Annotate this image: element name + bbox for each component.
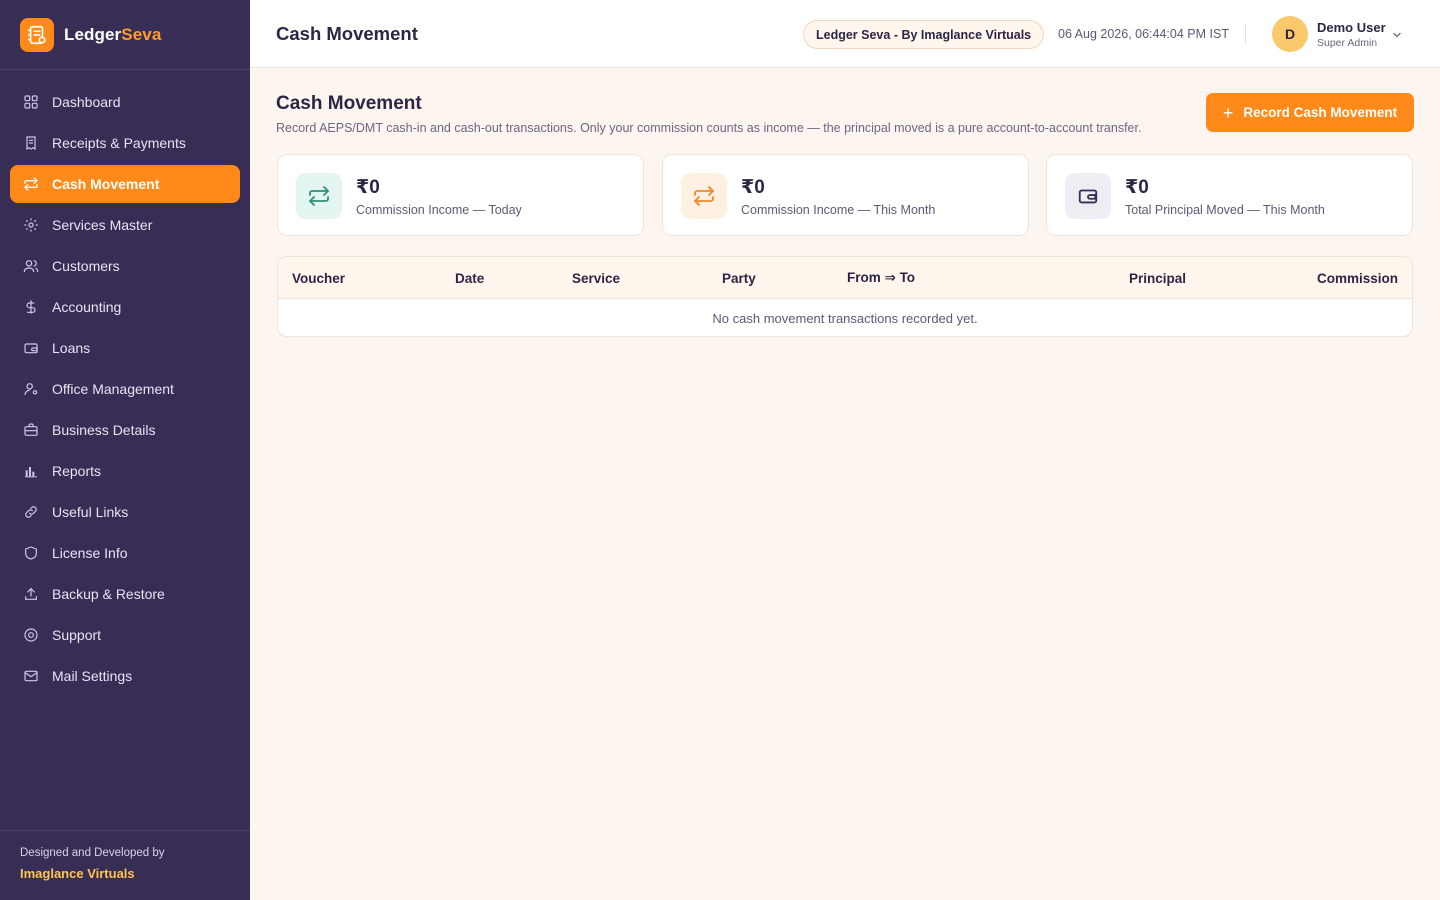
footer-caption: Designed and Developed by xyxy=(20,847,165,859)
top-header: Cash Movement Ledger Seva - By Imaglance… xyxy=(250,0,1440,68)
table-header: Voucher Date Service Party From ⇒ To Pri… xyxy=(278,257,1412,299)
brand-name-accent: Seva xyxy=(121,24,162,44)
briefcase-icon xyxy=(23,422,39,438)
stat-label: Commission Income — Today xyxy=(356,203,522,217)
page-title: Cash Movement xyxy=(276,93,422,114)
stat-label: Total Principal Moved — This Month xyxy=(1125,203,1325,217)
column-header-from-to[interactable]: From ⇒ To xyxy=(847,270,915,286)
brand[interactable]: LedgerSeva xyxy=(0,0,250,70)
users-icon xyxy=(23,258,39,274)
sidebar-nav: Dashboard Receipts & Payments Cash Movem… xyxy=(0,70,250,695)
sidebar-item-label: Backup & Restore xyxy=(52,586,165,602)
stat-value: ₹0 xyxy=(1125,177,1149,198)
wallet-icon xyxy=(1065,173,1111,219)
header-title: Cash Movement xyxy=(276,23,418,44)
sidebar-item-label: Reports xyxy=(52,463,102,479)
sidebar-item-label: Dashboard xyxy=(52,94,121,110)
sidebar-item-label: Cash Movement xyxy=(52,176,160,192)
plus-icon: + xyxy=(1222,102,1234,123)
upload-icon xyxy=(23,586,39,602)
gear-icon xyxy=(23,217,39,233)
stat-card-commission-month: ₹0 Commission Income — This Month xyxy=(662,154,1029,236)
sidebar-item-license-info[interactable]: License Info xyxy=(10,534,240,572)
sidebar-item-support[interactable]: Support xyxy=(10,616,240,654)
sidebar-item-label: Business Details xyxy=(52,422,156,438)
empty-state-message: No cash movement transactions recorded y… xyxy=(712,310,978,326)
transactions-table: Voucher Date Service Party From ⇒ To Pri… xyxy=(277,256,1413,337)
sidebar-item-label: Mail Settings xyxy=(52,668,133,684)
sidebar-item-receipts-payments[interactable]: Receipts & Payments xyxy=(10,124,240,162)
stat-card-principal-moved: ₹0 Total Principal Moved — This Month xyxy=(1046,154,1413,236)
sidebar: LedgerSeva Dashboard Receipts & Payments… xyxy=(0,0,250,900)
column-header-service[interactable]: Service xyxy=(572,271,620,286)
sidebar-item-accounting[interactable]: Accounting xyxy=(10,288,240,326)
sidebar-item-label: Useful Links xyxy=(52,504,129,520)
shield-icon xyxy=(23,545,39,561)
stat-card-commission-today: ₹0 Commission Income — Today xyxy=(277,154,644,236)
ledger-book-icon xyxy=(20,17,54,52)
sidebar-footer: Designed and Developed by Imaglance Virt… xyxy=(0,830,250,900)
sidebar-item-customers[interactable]: Customers xyxy=(10,247,240,285)
user-name[interactable]: Demo User xyxy=(1317,20,1386,35)
header-divider xyxy=(1245,24,1246,44)
stat-label: Commission Income — This Month xyxy=(741,203,936,217)
sidebar-item-business-details[interactable]: Business Details xyxy=(10,411,240,449)
bar-chart-icon xyxy=(23,463,39,479)
sidebar-item-label: Services Master xyxy=(52,217,153,233)
sidebar-item-label: Accounting xyxy=(52,299,122,315)
mail-icon xyxy=(23,668,39,684)
record-cash-movement-label: Record Cash Movement xyxy=(1243,105,1398,120)
stat-value: ₹0 xyxy=(356,177,380,198)
record-cash-movement-button[interactable]: + Record Cash Movement xyxy=(1206,93,1414,132)
transfer-icon xyxy=(681,173,727,219)
column-header-voucher[interactable]: Voucher xyxy=(292,271,345,286)
brand-name-main: Ledger xyxy=(64,24,122,44)
receipt-icon xyxy=(23,135,39,151)
sidebar-item-label: Customers xyxy=(52,258,120,274)
datetime: 06 Aug 2026, 06:44:04 PM IST xyxy=(1058,27,1229,41)
column-header-party[interactable]: Party xyxy=(722,271,756,286)
sidebar-item-label: Office Management xyxy=(52,381,174,397)
sidebar-item-useful-links[interactable]: Useful Links xyxy=(10,493,240,531)
sidebar-item-services-master[interactable]: Services Master xyxy=(10,206,240,244)
user-cog-icon xyxy=(23,381,39,397)
column-header-principal[interactable]: Principal xyxy=(1129,271,1186,286)
sidebar-item-label: Loans xyxy=(52,340,91,356)
sidebar-item-loans[interactable]: Loans xyxy=(10,329,240,367)
page-description: Record AEPS/DMT cash-in and cash-out tra… xyxy=(276,121,1142,135)
dollar-icon xyxy=(23,299,39,315)
grid-icon xyxy=(23,94,39,110)
column-header-commission[interactable]: Commission xyxy=(1317,271,1398,286)
sidebar-item-office-management[interactable]: Office Management xyxy=(10,370,240,408)
sidebar-item-label: License Info xyxy=(52,545,128,561)
column-header-date[interactable]: Date xyxy=(455,271,484,286)
link-icon xyxy=(23,504,39,520)
sidebar-item-backup-restore[interactable]: Backup & Restore xyxy=(10,575,240,613)
stat-value: ₹0 xyxy=(741,177,765,198)
help-circle-icon xyxy=(23,627,39,643)
org-pill: Ledger Seva - By Imaglance Virtuals xyxy=(803,20,1045,49)
avatar[interactable]: D xyxy=(1272,16,1308,52)
wallet-icon xyxy=(23,340,39,356)
footer-company[interactable]: Imaglance Virtuals xyxy=(20,866,250,881)
sidebar-item-mail-settings[interactable]: Mail Settings xyxy=(10,657,240,695)
sidebar-item-cash-movement[interactable]: Cash Movement xyxy=(10,165,240,203)
transfer-icon xyxy=(296,173,342,219)
sidebar-item-label: Support xyxy=(52,627,102,643)
chevron-down-icon[interactable] xyxy=(1391,28,1403,40)
user-role: Super Admin xyxy=(1317,37,1378,49)
sidebar-item-label: Receipts & Payments xyxy=(52,135,186,151)
transfer-icon xyxy=(23,176,39,192)
sidebar-item-dashboard[interactable]: Dashboard xyxy=(10,83,240,121)
brand-name: LedgerSeva xyxy=(64,25,161,45)
sidebar-item-reports[interactable]: Reports xyxy=(10,452,240,490)
